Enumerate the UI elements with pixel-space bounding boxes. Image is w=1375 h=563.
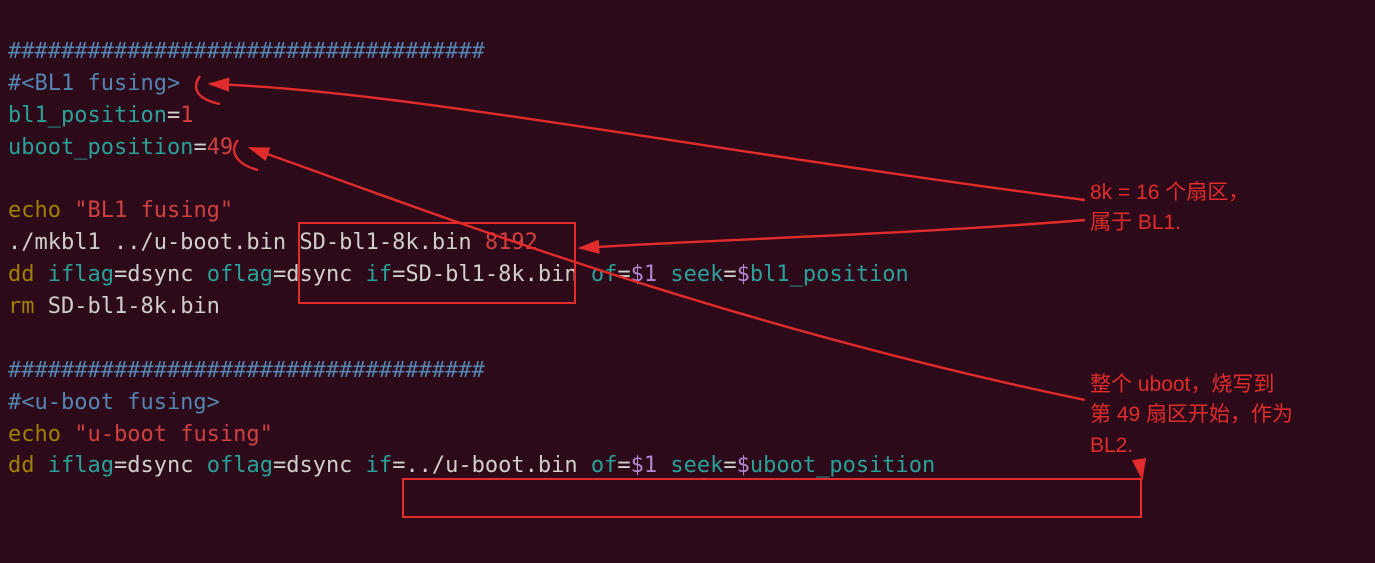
if: if — [352, 262, 392, 287]
comment-uboot: #<u-boot fusing> — [8, 390, 220, 415]
hash-line: #################################### — [8, 39, 485, 64]
var-uboot: uboot_position — [8, 135, 193, 160]
mkbl1: ./mkbl1 ../u-boot.bin — [8, 230, 286, 255]
annotation-uboot-l3: BL2. — [1090, 431, 1293, 461]
oflag: oflag — [193, 262, 272, 287]
iflag: iflag — [35, 262, 114, 287]
sdfile: SD-bl1-8k.bin — [286, 230, 485, 255]
of: of — [578, 262, 618, 287]
eq: = — [193, 135, 206, 160]
annotation-uboot-l1: 整个 uboot，烧写到 — [1090, 370, 1293, 400]
annotation-8k-l2: 属于 BL1. — [1090, 208, 1249, 238]
annotation-uboot: 整个 uboot，烧写到 第 49 扇区开始，作为 BL2. — [1090, 370, 1293, 461]
rm-cmd: rm — [8, 294, 35, 319]
annotation-8k-l1: 8k = 16 个扇区， — [1090, 178, 1249, 208]
annotation-8k: 8k = 16 个扇区， 属于 BL1. — [1090, 178, 1249, 239]
var-bl1: bl1_position — [8, 103, 167, 128]
echo-cmd: echo — [8, 422, 61, 447]
echo-bl1-str: "BL1 fusing" — [74, 198, 233, 223]
eq: = — [167, 103, 180, 128]
echo-uboot-str: "u-boot fusing" — [74, 422, 273, 447]
val-bl1: 1 — [180, 103, 193, 128]
echo-cmd: echo — [8, 198, 61, 223]
size-8192: 8192 — [485, 230, 538, 255]
val-uboot: 49 — [207, 135, 234, 160]
annotation-uboot-l2: 第 49 扇区开始，作为 — [1090, 400, 1293, 430]
hash-line-2: #################################### — [8, 358, 485, 383]
comment-bl1: #<BL1 fusing> — [8, 71, 180, 96]
dd-cmd: dd — [8, 262, 35, 287]
dd-cmd: dd — [8, 453, 35, 478]
rm-file: SD-bl1-8k.bin — [35, 294, 220, 319]
seek: seek — [657, 262, 723, 287]
